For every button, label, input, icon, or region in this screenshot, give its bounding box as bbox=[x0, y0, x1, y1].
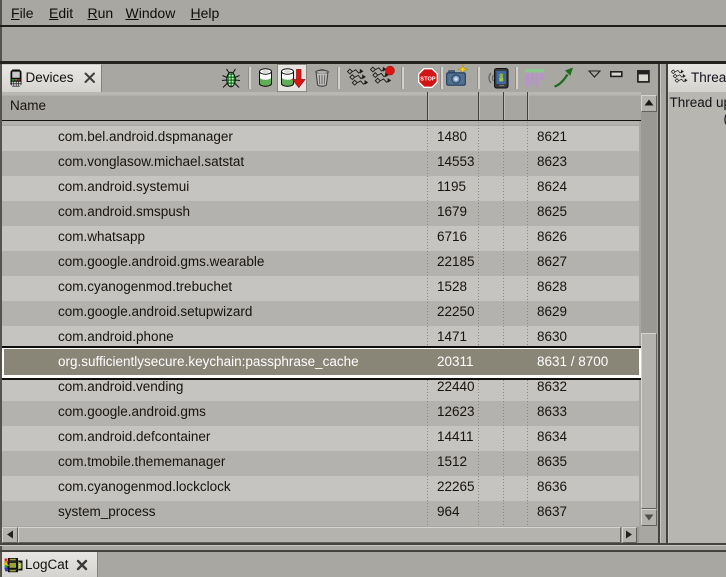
svg-text:STOP: STOP bbox=[420, 77, 436, 83]
